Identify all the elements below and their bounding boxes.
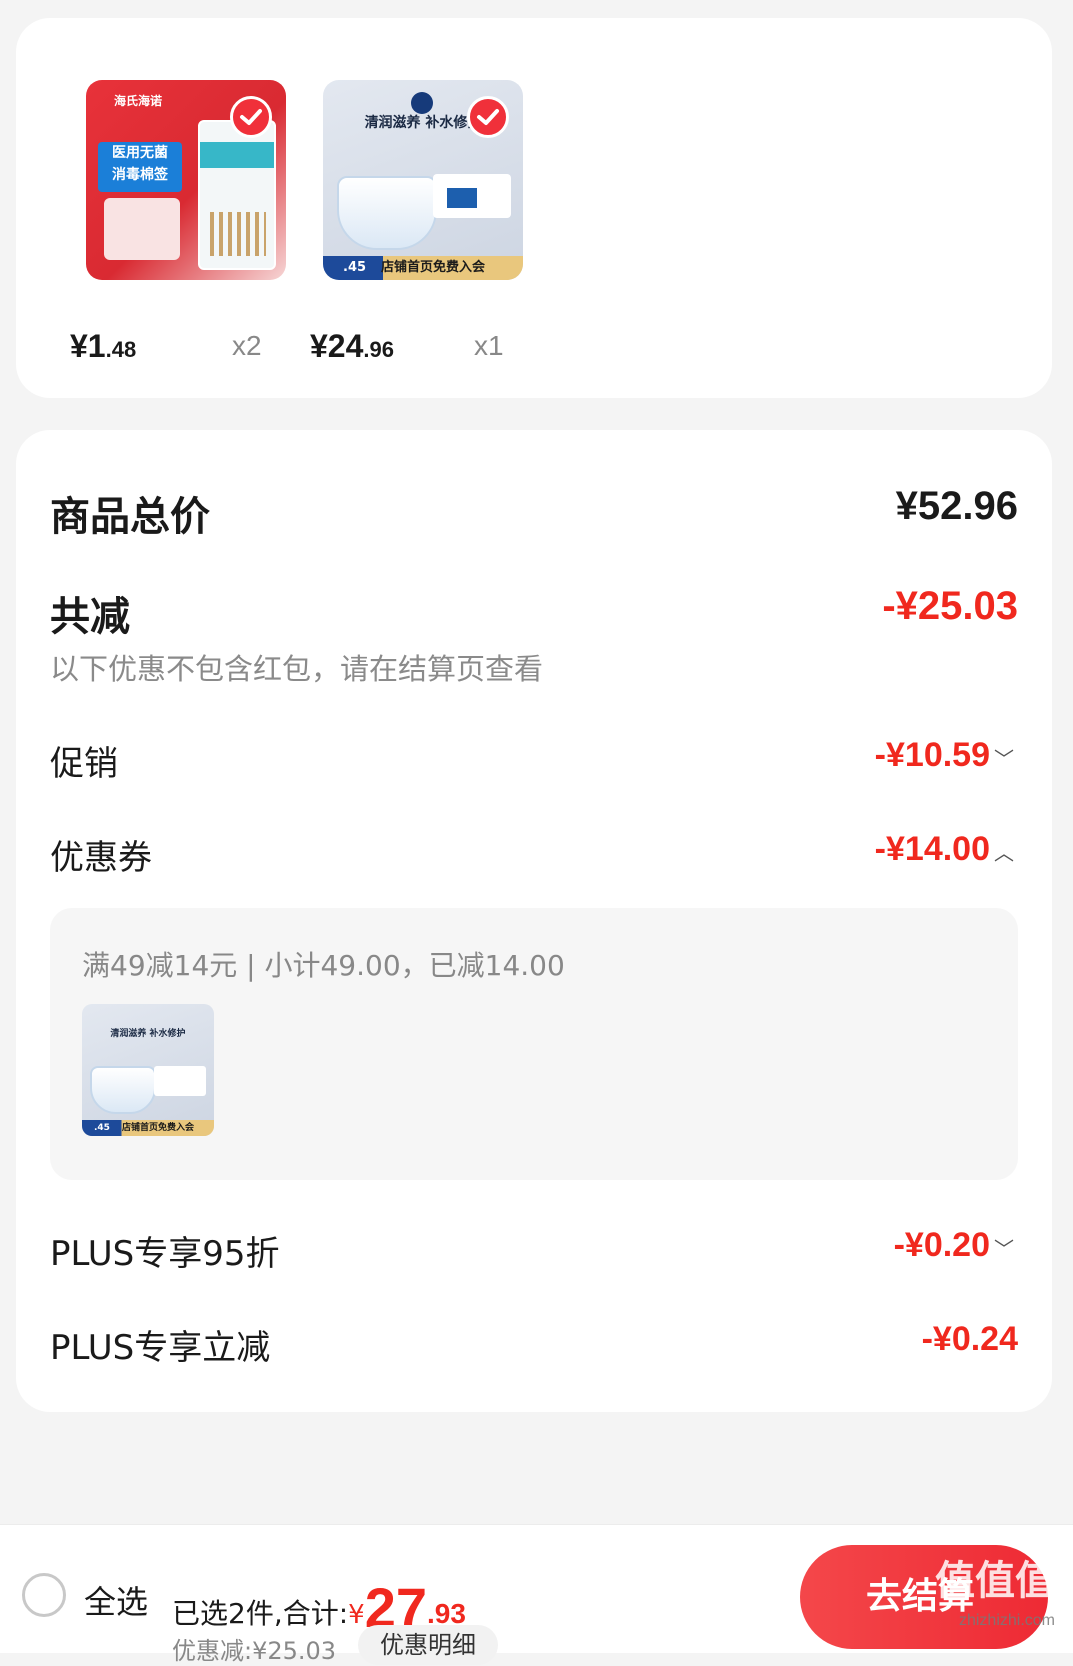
product-box-image	[433, 174, 511, 218]
watermark-url: zhizhizhi.com	[958, 1612, 1055, 1629]
plus-95-discount-value: -¥0.20	[893, 1226, 990, 1264]
selected-check-icon[interactable]	[230, 96, 272, 138]
plus-instant-cut-label: PLUS专享立减	[50, 1328, 271, 1368]
total-currency-symbol: ¥	[348, 1600, 365, 1630]
watermark-text: 值值值	[935, 1557, 1055, 1604]
goods-total-label: 商品总价	[50, 494, 210, 540]
price-decimal: .96	[363, 337, 394, 362]
price-summary-card: 商品总价 ¥52.96 共减 -¥25.03 以下优惠不包含红包，请在结算页查看…	[16, 430, 1052, 1412]
coupon-label: 优惠券	[50, 838, 152, 878]
coupon-value-group[interactable]: -¥14.00 ︿	[875, 830, 1018, 869]
promotion-value: -¥10.59	[874, 736, 990, 774]
checkout-bottom-bar: 全选 已选2件,合计:¥27.93 优惠减:¥25.03 优惠明细 去结算 值值…	[0, 1524, 1073, 1665]
plus-instant-cut-row: PLUS专享立减 -¥0.24	[50, 1320, 1018, 1368]
product-price: ¥24.96	[310, 328, 394, 365]
watermark: 值值值 zhizhizhi.com	[935, 1561, 1055, 1641]
price-integer: ¥1	[70, 328, 106, 364]
mini-thumb-title: 清润滋养 补水修护	[110, 1029, 186, 1039]
thumb-promo-band: .45 店铺首页免费入会	[323, 256, 523, 280]
chevron-down-icon[interactable]: ﹀	[990, 1233, 1018, 1262]
total-reduction-label: 共减	[50, 594, 130, 640]
product-quantity: x1	[474, 330, 504, 361]
mini-band-number: .45	[94, 1123, 110, 1133]
promotion-value-group[interactable]: -¥10.59 ﹀	[875, 736, 1018, 775]
mini-thumb-band: .45 店铺首页免费入会	[82, 1120, 214, 1136]
reduction-note-row: 以下优惠不包含红包，请在结算页查看	[50, 646, 1018, 686]
thumb-band-text: 店铺首页免费入会	[381, 260, 486, 275]
goods-total-row: 商品总价 ¥52.96	[50, 484, 1018, 540]
coupon-value: -¥14.00	[874, 830, 990, 868]
product-price: ¥1.48	[70, 328, 136, 365]
select-all-radio[interactable]	[22, 1573, 66, 1617]
product-tag: 医用无菌 消毒棉签	[98, 142, 182, 192]
total-reduction-row: 共减 -¥25.03	[50, 584, 1018, 640]
coupon-detail-panel: 满49减14元 | 小计49.00，已减14.00 清润滋养 补水修护 .45 店…	[50, 908, 1018, 1180]
promotion-label: 促销	[50, 744, 118, 784]
selected-count-text: 已选2件,合计:	[172, 1597, 349, 1630]
discount-detail-button[interactable]: 优惠明细	[358, 1625, 498, 1665]
chevron-up-icon[interactable]: ︿	[990, 837, 1018, 866]
thumb-line: 医用无菌	[112, 145, 168, 161]
total-reduction-value: -¥25.03	[882, 584, 1018, 628]
select-all-label[interactable]: 全选	[84, 1577, 148, 1623]
plus-instant-cut-value: -¥0.24	[921, 1320, 1018, 1358]
thumb-band-number: .45	[343, 260, 367, 275]
chevron-down-icon[interactable]: ﹀	[990, 743, 1018, 772]
mini-band-text: 店铺首页免费入会	[122, 1123, 195, 1133]
promotion-row[interactable]: 促销 -¥10.59 ﹀	[50, 736, 1018, 784]
brand-logo-text: 海氏海诺	[114, 94, 163, 108]
product-thumbnail-cotton-swabs[interactable]: 海氏海诺 医用无菌 消毒棉签	[86, 80, 286, 280]
product-pack-image	[198, 120, 276, 270]
coupon-rule-description: 满49减14元 | 小计49.00，已减14.00	[82, 949, 565, 982]
reduction-note: 以下优惠不包含红包，请在结算页查看	[50, 652, 544, 686]
discount-saved-text: 优惠减:¥25.03	[172, 1637, 337, 1665]
nivea-logo-icon	[411, 92, 433, 114]
cream-jar-image	[337, 176, 437, 250]
coupon-product-thumbnail[interactable]: 清润滋养 补水修护 .45 店铺首页免费入会	[82, 1004, 214, 1136]
thumb-line: 消毒棉签	[112, 167, 168, 183]
goods-total-value: ¥52.96	[895, 484, 1018, 528]
product-quantity: x2	[232, 330, 262, 361]
selected-products-card: 海氏海诺 医用无菌 消毒棉签 清润滋养 补水修护 .45 店铺首页免费入会 ¥1.…	[16, 18, 1052, 398]
plus-95-discount-row[interactable]: PLUS专享95折 -¥0.20 ﹀	[50, 1226, 1018, 1274]
price-integer: ¥24	[310, 328, 364, 364]
price-decimal: .48	[105, 337, 137, 362]
plus-95-value-group[interactable]: -¥0.20 ﹀	[894, 1226, 1018, 1265]
selected-check-icon[interactable]	[467, 96, 509, 138]
coupon-row[interactable]: 优惠券 -¥14.00 ︿	[50, 830, 1018, 878]
product-thumbnail-nivea-cream[interactable]: 清润滋养 补水修护 .45 店铺首页免费入会	[323, 80, 523, 280]
plus-95-discount-label: PLUS专享95折	[50, 1234, 280, 1274]
product-tag-decoration	[104, 198, 180, 260]
